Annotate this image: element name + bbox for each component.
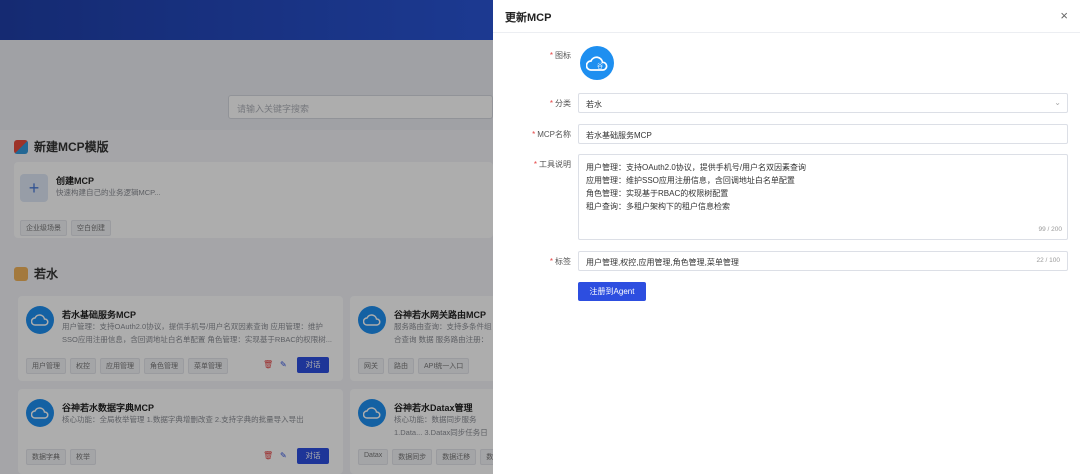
tags-label: * 标签 [549,257,571,266]
desc-char-count: 99 / 200 [1038,226,1063,233]
svg-text:谷: 谷 [597,62,603,70]
category-label-text: 分类 [555,99,571,108]
mcp-name-input[interactable]: 若水基础服务MCP [578,124,1068,144]
category-value: 若水 [586,100,602,109]
name-label: * MCP名称 [532,130,571,139]
chevron-down-icon: ⌄ [1054,98,1061,107]
drawer-header: 更新MCP × [493,0,1080,33]
drawer-title: 更新MCP [505,12,552,24]
desc-line: 租户查询：多租户架构下的租户信息检索 [586,202,730,211]
update-mcp-drawer: 更新MCP × * 图标 谷 * 分类 若水 ⌄ * MCP名称 若水基础服务MCP … [493,0,1080,474]
desc-line: 用户管理：支持OAuth2.0协议，提供手机号/用户名双因素查询 [586,163,807,172]
cloud-icon[interactable]: 谷 [580,46,614,80]
category-select[interactable]: 若水 ⌄ [578,93,1068,113]
register-agent-button[interactable]: 注册到Agent [578,282,646,301]
desc-label-text: 工具说明 [539,160,571,169]
desc-line: 角色管理：实现基于RBAC的权限树配置 [586,189,729,198]
tags-label-text: 标签 [555,257,571,266]
icon-label: * 图标 [549,51,571,60]
tags-input[interactable]: 用户管理,权控,应用管理,角色管理,菜单管理 22 / 100 [578,251,1068,271]
overlay-mask[interactable] [0,0,493,474]
icon-label-text: 图标 [555,51,571,60]
tags-value: 用户管理,权控,应用管理,角色管理,菜单管理 [586,258,739,267]
desc-label: * 工具说明 [533,160,571,169]
category-label: * 分类 [549,99,571,108]
desc-line: 应用管理：维护SSO应用注册信息，含回调地址白名单配置 [586,176,795,185]
tags-char-count: 22 / 100 [1036,257,1061,264]
name-label-text: MCP名称 [537,130,571,139]
close-icon[interactable]: × [1060,8,1068,23]
tool-desc-textarea[interactable]: 用户管理：支持OAuth2.0协议，提供手机号/用户名双因素查询 应用管理：维护… [578,154,1068,240]
